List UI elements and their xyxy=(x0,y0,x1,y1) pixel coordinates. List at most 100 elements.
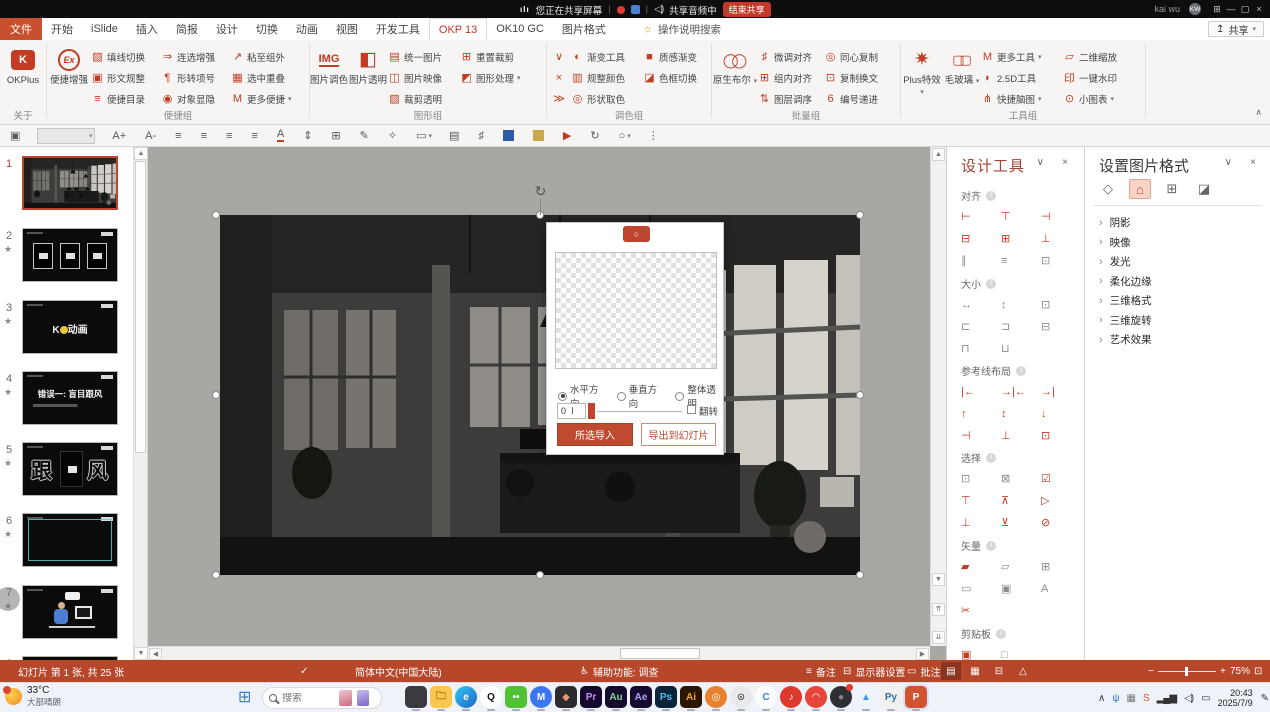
microphone-icon[interactable]: ψ xyxy=(1112,693,1118,704)
resize-handle-e[interactable] xyxy=(856,391,864,399)
more-convenience[interactable]: M更多便捷▾ xyxy=(231,88,307,109)
section-3d-format[interactable]: › 三维格式 xyxy=(1099,291,1264,311)
picture-reflection[interactable]: ◫图片映像 xyxy=(388,67,460,88)
scroll-down-icon[interactable]: ▼ xyxy=(932,573,945,586)
tab-view[interactable]: 视图 xyxy=(327,18,367,40)
stretch-top-icon[interactable]: ⊓ xyxy=(961,343,1001,356)
zoom-percent[interactable]: 75% xyxy=(1230,660,1250,682)
minimize-button[interactable]: — xyxy=(1224,4,1238,15)
davinci-icon[interactable]: ◆ xyxy=(555,686,577,708)
vector-fragment-icon[interactable]: ⊞ xyxy=(1041,561,1081,574)
notification-center-icon[interactable]: ✎ xyxy=(1261,693,1268,704)
distribute-h-icon[interactable]: ∥ xyxy=(961,255,1001,268)
import-selected-button[interactable]: 所选导入 xyxy=(557,423,633,446)
rotate-icon[interactable]: ↻ xyxy=(590,129,601,142)
slide-sorter-button[interactable]: ▦ xyxy=(965,662,985,680)
copy-replace-text[interactable]: ⊡复制换文 xyxy=(824,67,894,88)
multi-select-enhance[interactable]: ⇒连选增强 xyxy=(161,46,231,67)
zoom-slider-thumb[interactable] xyxy=(1185,667,1188,676)
slide-thumbnail-3[interactable]: 3 ★ K动画 xyxy=(0,300,148,362)
picture-tone-button[interactable]: IMG 图片调色 xyxy=(310,44,348,87)
distribute-v-icon[interactable]: ≡ xyxy=(1001,255,1041,268)
shape-to-number[interactable]: ¶形转项号 xyxy=(161,67,231,88)
layer-reorder[interactable]: ⇅图层调序 xyxy=(758,88,824,109)
guide-center-v-icon[interactable]: →|← xyxy=(1001,386,1041,399)
resize-handle-sw[interactable] xyxy=(212,571,220,579)
close-x-icon[interactable]: × xyxy=(553,67,566,88)
texture-gradient[interactable]: ■质感渐变 xyxy=(643,46,709,67)
vector-union-icon[interactable]: ▰ xyxy=(961,561,1001,574)
select-pointer-icon[interactable]: ▷ xyxy=(1041,495,1081,508)
scrollbar-thumb[interactable] xyxy=(135,161,146,453)
tab-design[interactable]: 设计 xyxy=(207,18,247,40)
section-artistic-effects[interactable]: › 艺术效果 xyxy=(1099,330,1264,350)
okplus-button[interactable]: K OKPlus xyxy=(7,44,39,87)
convenience-enhance-button[interactable]: Ex 便捷增强 xyxy=(47,44,91,87)
slide-thumbnail-5[interactable]: 5 ★ 跟 风 xyxy=(0,442,148,504)
tool-2-5d[interactable]: ◗2.5D工具 xyxy=(981,67,1063,88)
taskbar-search[interactable] xyxy=(262,687,382,709)
collapse-ribbon-icon[interactable]: ∧ xyxy=(1255,107,1262,118)
radio-vertical[interactable]: 垂直方向 xyxy=(617,382,665,410)
zoom-in-button[interactable]: + xyxy=(1220,660,1226,682)
decrease-font-icon[interactable]: A- xyxy=(145,130,158,142)
size-properties-tab[interactable]: ⊞ xyxy=(1161,179,1183,199)
align-middle-icon[interactable]: ⊞ xyxy=(1001,233,1041,246)
guide-middle-icon[interactable]: ↕ xyxy=(1001,408,1041,421)
zoom-2d[interactable]: ▱二维缩放 xyxy=(1063,46,1139,67)
native-boolean-button[interactable]: ◯◯ 原生布尔 ▾ xyxy=(712,44,758,87)
dialog-grab-button[interactable]: ○ xyxy=(623,226,650,242)
tab-picture-format[interactable]: 图片格式 xyxy=(553,18,615,40)
crop-transparent[interactable]: ▨裁剪透明 xyxy=(388,88,460,109)
vector-subtract-icon[interactable]: ▱ xyxy=(1001,561,1041,574)
flip-checkbox[interactable] xyxy=(687,405,696,414)
stretch-h-icon[interactable]: ⊟ xyxy=(1041,321,1081,334)
section-soft-edges[interactable]: › 柔化边缘 xyxy=(1099,272,1264,292)
number-progression[interactable]: 6编号递进 xyxy=(824,88,894,109)
close-icon[interactable]: × xyxy=(1062,157,1068,168)
dark-app-icon[interactable] xyxy=(405,686,427,708)
note-icon[interactable]: ▤ xyxy=(449,129,461,142)
pen-tablet-icon[interactable]: ▭ xyxy=(1201,693,1209,704)
fill-line-toggle[interactable]: ▧填线切换 xyxy=(91,46,161,67)
quick-toc[interactable]: ≡便捷目录 xyxy=(91,88,161,109)
picture-transparent-button[interactable]: ◧ 图片透明 xyxy=(348,44,388,87)
select-all-icon[interactable]: ⊡ xyxy=(961,473,1001,486)
search-input[interactable] xyxy=(282,693,334,704)
guide-margin-v-icon[interactable]: ⊥ xyxy=(1001,430,1041,443)
c-app-icon[interactable]: C xyxy=(755,686,777,708)
shape-processing[interactable]: ◩图形处理▾ xyxy=(460,67,540,88)
reset-crop[interactable]: ⊞重置裁剪 xyxy=(460,46,540,67)
mini-chart[interactable]: ⊙小图表▾ xyxy=(1063,88,1139,109)
guide-top-icon[interactable]: ↑ xyxy=(961,408,1001,421)
illustrator-icon[interactable]: Ai xyxy=(680,686,702,708)
scrollbar-thumb[interactable] xyxy=(620,648,700,659)
tab-ok10gc[interactable]: OK10 GC xyxy=(487,18,553,40)
line-spacing-icon[interactable]: ⇕ xyxy=(303,129,314,142)
chevron-down-icon[interactable]: ∨ xyxy=(1037,157,1044,168)
copy-icon[interactable]: □ xyxy=(1001,649,1041,660)
more-tools[interactable]: M更多工具▾ xyxy=(981,46,1063,67)
color-frame-toggle[interactable]: ◪色框切换 xyxy=(643,67,709,88)
snap-icon[interactable]: ♯ xyxy=(478,130,486,142)
align-left-icon[interactable]: ≡ xyxy=(175,130,183,142)
quick-mindmap[interactable]: ⋔快捷脑图▾ xyxy=(981,88,1063,109)
effects-tab[interactable]: ⌂ xyxy=(1129,179,1151,199)
rotate-handle[interactable]: ↻ xyxy=(532,183,549,200)
align-center-h-icon[interactable]: ⊤ xyxy=(1001,211,1041,224)
down-layer-icon[interactable]: ⊻ xyxy=(1001,517,1041,530)
align-right-icon[interactable]: ≡ xyxy=(226,130,234,142)
share-button[interactable]: ↥ 共享 ▾ xyxy=(1208,21,1264,37)
volume-icon[interactable]: ◁) xyxy=(1184,693,1193,704)
tab-developer[interactable]: 开发工具 xyxy=(367,18,429,40)
equal-width-icon[interactable]: ↔ xyxy=(961,299,1001,312)
file-tab[interactable]: 文件 xyxy=(0,18,42,40)
zoom-out-button[interactable]: − xyxy=(1148,660,1154,682)
maximize-button[interactable]: ▢ xyxy=(1238,4,1252,15)
canvas[interactable]: ↻ ○ 水平方向垂直方向整体透明 I 翻转 所选导入 导出到幻灯片 ▲ ▼ ⇈ … xyxy=(148,147,946,660)
paste-icon[interactable]: ▣ xyxy=(961,649,1001,660)
quark-icon[interactable]: M xyxy=(530,686,552,708)
concentric-copy[interactable]: ◎同心复制 xyxy=(824,46,894,67)
slider-handle[interactable] xyxy=(588,403,595,419)
blender-icon[interactable]: ◎ xyxy=(705,686,727,708)
